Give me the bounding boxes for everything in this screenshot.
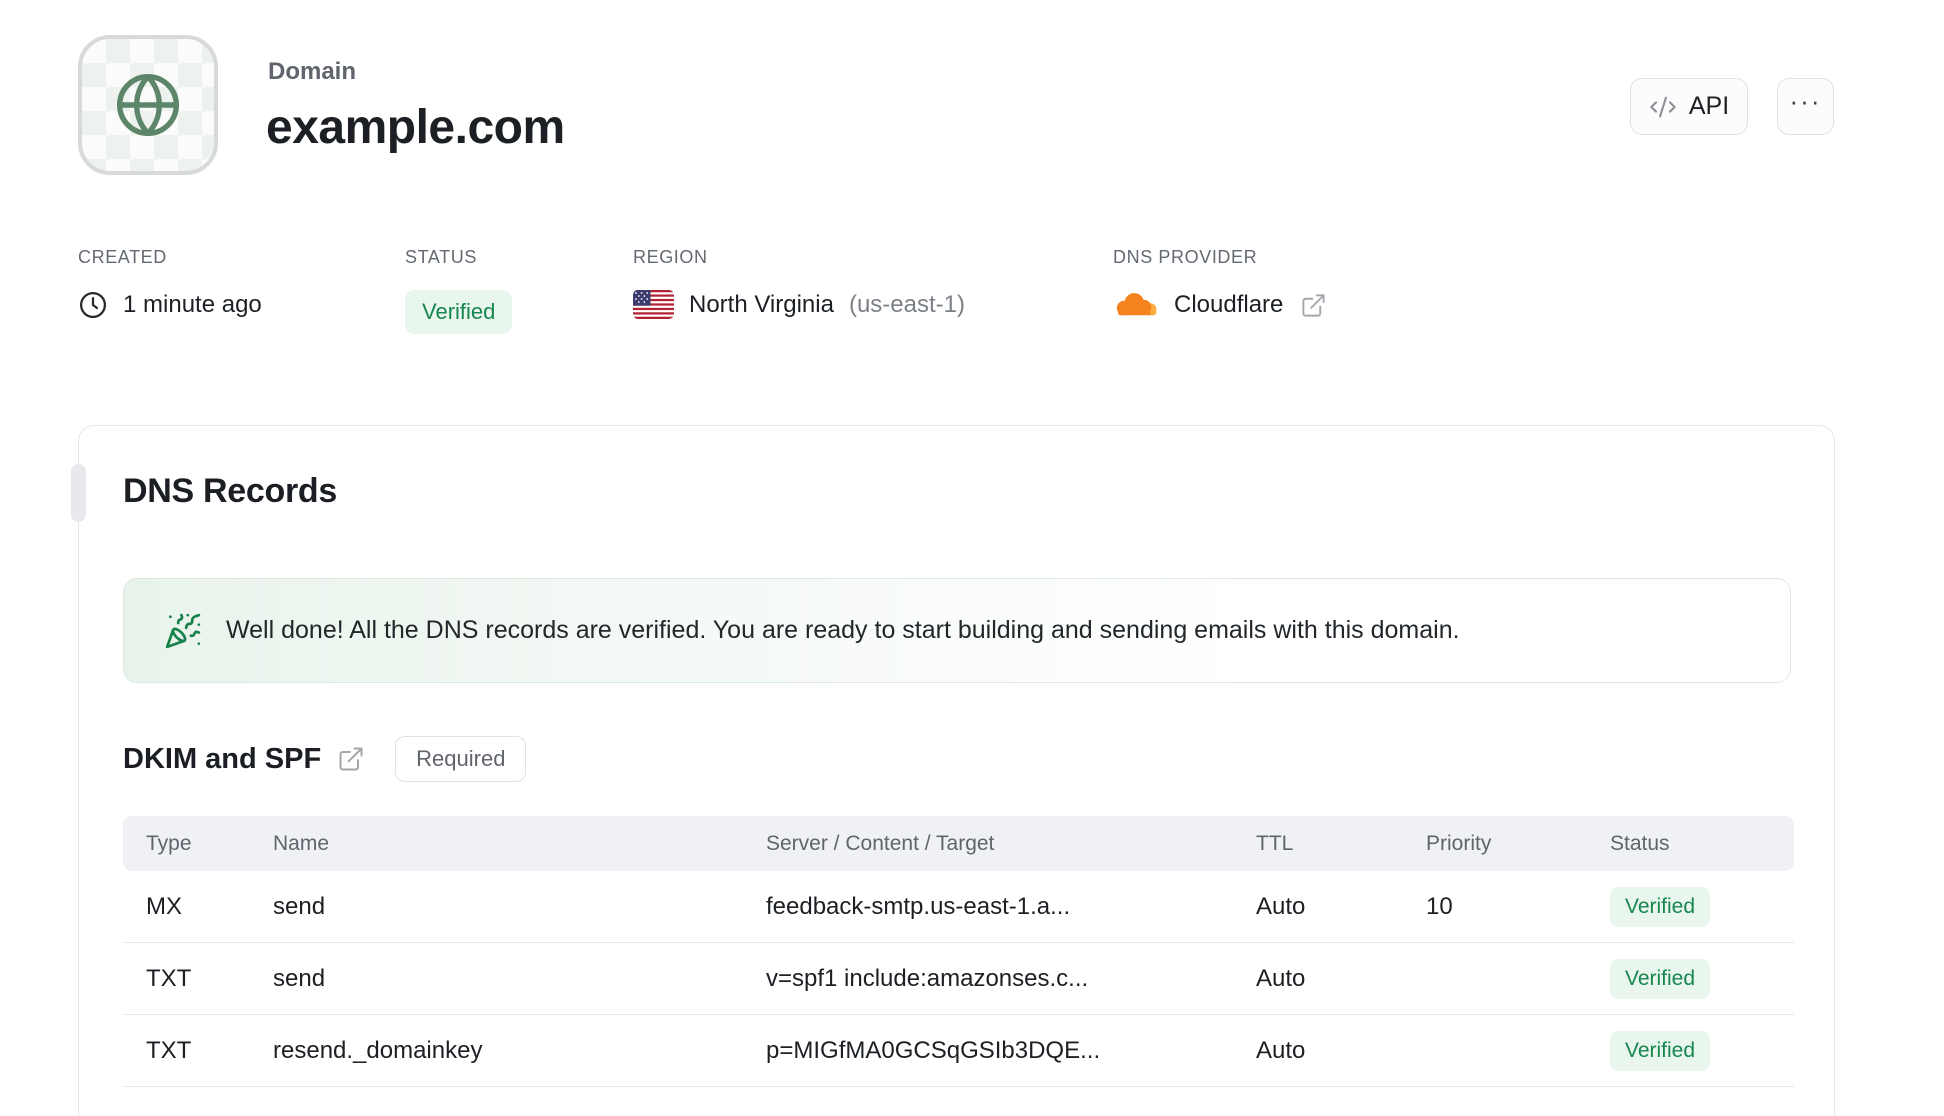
required-badge: Required	[395, 736, 527, 782]
verified-badge: Verified	[1610, 958, 1711, 999]
created-label: CREATED	[78, 247, 167, 267]
dns-provider-label: DNS PROVIDER	[1113, 247, 1258, 267]
verified-badge: Verified	[1610, 886, 1711, 927]
verified-badge: Verified	[1610, 1030, 1711, 1071]
external-link-icon[interactable]	[1300, 292, 1327, 319]
code-icon	[1649, 93, 1677, 121]
dns-records-table: Type Name Server / Content / Target TTL …	[123, 816, 1794, 1087]
column-header-name: Name	[273, 831, 330, 855]
success-banner: Well done! All the DNS records are verif…	[123, 578, 1791, 683]
dns-records-title: DNS Records	[123, 472, 337, 510]
dkim-spf-title: DKIM and SPF	[123, 742, 322, 775]
meta-dns-provider: DNS PROVIDER Cloudflare	[1113, 247, 1327, 320]
page-title: example.com	[266, 101, 565, 154]
region-code: (us-east-1)	[848, 290, 965, 318]
table-row[interactable]: TXT resend._domainkey p=MIGfMA0GCSqGSIb3…	[123, 1015, 1794, 1087]
column-header-ttl: TTL	[1256, 831, 1294, 855]
meta-created: CREATED 1 minute ago	[78, 247, 262, 320]
clock-icon	[78, 290, 108, 320]
cell-name: resend._domainkey	[273, 1036, 483, 1064]
table-row[interactable]: TXT send v=spf1 include:amazonses.c... A…	[123, 943, 1794, 1015]
cell-name: send	[273, 964, 326, 992]
cell-priority: 10	[1426, 892, 1453, 920]
external-link-icon[interactable]	[337, 745, 365, 773]
cell-ttl: Auto	[1256, 892, 1306, 920]
cell-status: Verified	[1587, 958, 1794, 999]
api-button-label: API	[1688, 92, 1730, 120]
dns-provider-name: Cloudflare	[1174, 291, 1284, 318]
status-badge: Verified	[405, 290, 513, 334]
region-label: REGION	[633, 247, 708, 267]
page-kicker: Domain	[268, 58, 357, 85]
domain-avatar	[78, 35, 218, 175]
cell-name: send	[273, 892, 326, 920]
section-indicator-pill	[71, 464, 86, 522]
cell-content: v=spf1 include:amazonses.c...	[766, 964, 1089, 992]
cell-content: p=MIGfMA0GCSqGSIb3DQE...	[766, 1036, 1101, 1064]
cell-type: TXT	[146, 1036, 192, 1064]
domain-detail-page: Domain example.com API ··· CREATED 1 min…	[0, 0, 1944, 1116]
cell-status: Verified	[1587, 886, 1794, 927]
column-header-priority: Priority	[1426, 831, 1492, 855]
ellipsis-icon: ···	[1789, 86, 1822, 116]
cell-status: Verified	[1587, 1030, 1794, 1071]
cell-type: TXT	[146, 964, 192, 992]
us-flag-icon	[633, 290, 674, 319]
party-popper-icon	[164, 612, 202, 650]
column-header-status: Status	[1610, 831, 1670, 855]
banner-message: Well done! All the DNS records are verif…	[226, 616, 1460, 644]
cloudflare-icon	[1113, 290, 1159, 320]
created-value: 1 minute ago	[123, 291, 262, 318]
region-name: North Virginia	[689, 290, 834, 318]
meta-status: STATUS Verified	[405, 247, 513, 334]
more-button[interactable]: ···	[1777, 78, 1834, 135]
cell-content: feedback-smtp.us-east-1.a...	[766, 892, 1071, 920]
globe-icon	[114, 71, 182, 139]
cell-ttl: Auto	[1256, 1036, 1306, 1064]
column-header-type: Type	[146, 831, 192, 855]
cell-ttl: Auto	[1256, 964, 1306, 992]
dns-table-body: MX send feedback-smtp.us-east-1.a... Aut…	[123, 871, 1794, 1087]
status-label: STATUS	[405, 247, 477, 267]
dns-records-card: DNS Records Well done! All the DNS recor…	[71, 425, 1835, 1116]
column-header-content: Server / Content / Target	[766, 831, 995, 855]
dkim-spf-section-header: DKIM and SPF Required	[123, 736, 527, 782]
api-button[interactable]: API	[1630, 78, 1748, 135]
cell-type: MX	[146, 892, 182, 920]
table-row[interactable]: MX send feedback-smtp.us-east-1.a... Aut…	[123, 871, 1794, 943]
meta-region: REGION North Virginia (us-east-1)	[633, 247, 965, 319]
table-header-row: Type Name Server / Content / Target TTL …	[123, 816, 1794, 871]
